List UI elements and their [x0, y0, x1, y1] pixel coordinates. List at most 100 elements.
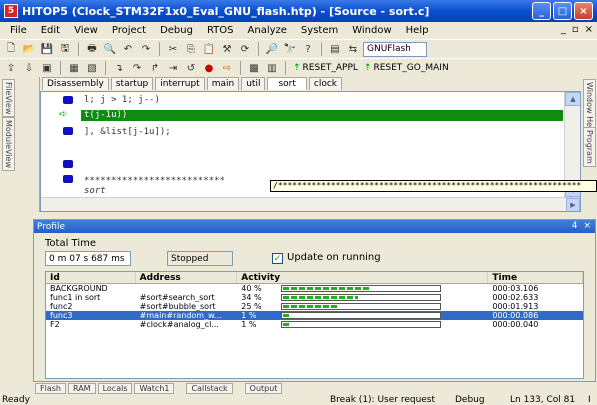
reset-go-main-button[interactable]: ⇡ RESET_GO_MAIN [362, 63, 451, 73]
bottom-tabs: Flash RAM Locals Watch1 Callstack Output [35, 383, 283, 394]
tab-ram[interactable]: RAM [67, 383, 96, 394]
reset-icon[interactable]: ↺ [183, 61, 199, 76]
tab-flash[interactable]: Flash [35, 383, 66, 394]
run-to-cursor-icon[interactable]: ⇥ [165, 61, 181, 76]
print-icon[interactable]: 🖶 [84, 42, 100, 57]
activity-bar-fill [283, 305, 339, 308]
mdi-restore-button[interactable]: ▫ [572, 24, 579, 35]
cell-time: 000:03.106 [492, 284, 539, 293]
new-file-icon[interactable]: 🗋 [3, 42, 19, 57]
download-icon[interactable]: ⇩ [21, 61, 37, 76]
menu-view[interactable]: View [68, 25, 106, 36]
tab-watch1[interactable]: Watch1 [134, 383, 175, 394]
reset-appl-button[interactable]: ⇡ RESET_APPL [291, 63, 360, 73]
registers-icon[interactable]: ▧ [84, 61, 100, 76]
redo-icon[interactable]: ↷ [138, 42, 154, 57]
go-icon[interactable]: ⇨ [219, 61, 235, 76]
menu-rtos[interactable]: RTOS [201, 25, 242, 36]
tab-callstack[interactable]: Callstack [186, 383, 233, 394]
tab-disassembly[interactable]: Disassembly [42, 77, 109, 90]
scroll-up-icon[interactable]: ▲ [565, 92, 580, 106]
tab-util[interactable]: util [241, 77, 266, 90]
table-row[interactable]: func1 in sort #sort#search_sort 34 % 000:02… [46, 293, 583, 302]
breakpoint-icon[interactable] [63, 160, 73, 168]
step-out-icon[interactable]: ↱ [147, 61, 163, 76]
copy-icon[interactable]: ⎘ [183, 42, 199, 57]
find-icon[interactable]: 🔎 [264, 42, 280, 57]
paste-icon[interactable]: 📋 [201, 42, 217, 57]
cell-id: F2 [50, 320, 60, 329]
toolbar-separator [285, 61, 286, 75]
print-preview-icon[interactable]: 🔍 [102, 42, 118, 57]
menu-project[interactable]: Project [106, 25, 154, 36]
menu-analyze[interactable]: Analyze [242, 25, 295, 36]
settings-icon[interactable]: ▥ [264, 61, 280, 76]
build-icon[interactable]: ⚒ [219, 42, 235, 57]
open-folder-icon[interactable]: 📂 [21, 42, 37, 57]
target-icon[interactable]: ▤ [327, 42, 343, 57]
tab-clock[interactable]: clock [308, 77, 343, 90]
pin-icon[interactable]: 4 [572, 221, 578, 231]
breakpoint-icon[interactable] [63, 96, 73, 104]
table-row[interactable]: BACKGROUND 40 % 000:03.106 [46, 284, 583, 293]
save-icon[interactable]: 💾 [39, 42, 55, 57]
mdi-minimize-button[interactable]: _ [561, 24, 566, 35]
update-on-running-checkbox[interactable]: ✓ [272, 253, 283, 264]
profile-body: Total Time 0 m 07 s 687 ms Stopped ✓ Upd… [34, 233, 595, 381]
total-time-field: 0 m 07 s 687 ms [45, 251, 131, 266]
editor-horizontal-scrollbar[interactable]: ▶ [41, 197, 580, 211]
profile-table: Id Address Activity Time BACKGROUND 40 % 0… [45, 271, 584, 379]
column-header-time[interactable]: Time [488, 272, 583, 283]
menu-edit[interactable]: Edit [35, 25, 68, 36]
undo-icon[interactable]: ↶ [120, 42, 136, 57]
menu-debug[interactable]: Debug [154, 25, 201, 36]
column-header-activity[interactable]: Activity [237, 272, 489, 283]
table-row[interactable]: func2 #sort#bubble_sort 25 % 000:01.913 [46, 302, 583, 311]
profile-header: Profile 4 × [34, 220, 595, 233]
table-row[interactable]: func3 #main#random_w... 1 % 000:00.086 [46, 311, 583, 320]
table-row[interactable]: F2 #clock#analog_cl... 1 % 000:00.040 [46, 320, 583, 329]
load-icon[interactable]: ⇪ [3, 61, 19, 76]
column-header-id[interactable]: Id [46, 272, 136, 283]
connect-icon[interactable]: ⇆ [345, 42, 361, 57]
source-editor[interactable]: ➪ l; j > 1; j--) t(j-1u)) ], &list[j-1u]… [40, 91, 581, 212]
menu-file[interactable]: File [4, 25, 35, 36]
program-tab[interactable]: Program [583, 127, 596, 167]
stop-icon[interactable]: ● [201, 61, 217, 76]
status-bar: Ready Break (1): User request Debug Ln 1… [0, 394, 597, 405]
close-button[interactable]: × [574, 2, 593, 20]
scroll-right-icon[interactable]: ▶ [566, 198, 580, 211]
fileview-tab[interactable]: FileView [2, 79, 15, 118]
step-into-icon[interactable]: ↴ [111, 61, 127, 76]
memory-icon[interactable]: ▦ [66, 61, 82, 76]
breakpoint-gutter[interactable]: ➪ [41, 92, 81, 197]
breakpoint-icon[interactable] [63, 127, 73, 135]
breakpoint-icon[interactable] [63, 175, 73, 183]
tab-main[interactable]: main [206, 77, 240, 90]
find-in-files-icon[interactable]: 🔭 [282, 42, 298, 57]
panel-close-icon[interactable]: × [583, 221, 591, 231]
tab-output[interactable]: Output [244, 383, 283, 394]
maximize-button[interactable]: □ [553, 2, 572, 20]
menu-window[interactable]: Window [346, 25, 399, 36]
rebuild-icon[interactable]: ⟳ [237, 42, 253, 57]
minimize-button[interactable]: _ [532, 2, 551, 20]
cut-icon[interactable]: ✂ [165, 42, 181, 57]
tab-sort[interactable]: sort [267, 77, 307, 90]
target-combo[interactable]: GNUFlash [363, 41, 427, 57]
column-header-address[interactable]: Address [136, 272, 238, 283]
menu-system[interactable]: System [295, 25, 346, 36]
cell-time: 000:00.086 [492, 311, 539, 320]
moduleview-tab[interactable]: ModuleView [2, 117, 15, 172]
save-all-icon[interactable]: 🖫 [57, 42, 73, 57]
step-over-icon[interactable]: ↷ [129, 61, 145, 76]
chip-icon[interactable]: ▩ [246, 61, 262, 76]
tab-interrupt[interactable]: interrupt [155, 77, 205, 90]
tab-locals[interactable]: Locals [97, 383, 133, 394]
help-icon[interactable]: ? [300, 42, 316, 57]
program-icon[interactable]: ▣ [39, 61, 55, 76]
mdi-close-button[interactable]: × [585, 24, 593, 35]
cell-address: #sort#search_sort [139, 293, 215, 302]
menu-help[interactable]: Help [400, 25, 437, 36]
tab-startup[interactable]: startup [110, 77, 154, 90]
